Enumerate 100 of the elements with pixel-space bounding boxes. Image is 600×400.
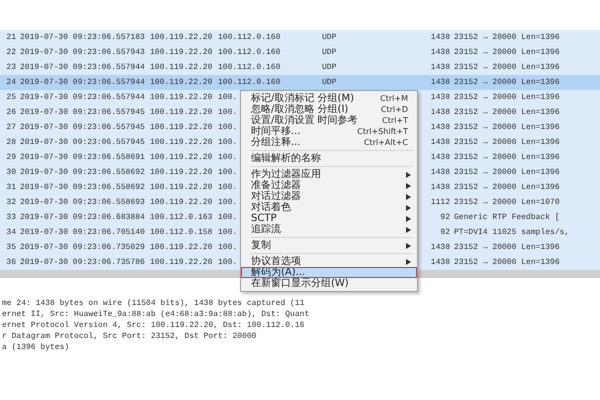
table-cell: 24: [6, 78, 16, 87]
menu-item[interactable]: 在新窗口显示分组(W): [241, 278, 417, 289]
table-cell: 100.: [218, 123, 238, 132]
table-cell: 23152 → 20000 Len=1396: [454, 243, 560, 252]
table-cell: 1438: [430, 168, 450, 177]
table-cell: 100.: [218, 168, 238, 177]
table-cell: 22: [6, 48, 16, 57]
table-cell: UDP: [322, 63, 336, 72]
table-cell: 100.: [218, 258, 238, 267]
table-cell: 33: [6, 213, 16, 222]
table-cell: 2019-07-30 09:23:06.557944: [20, 63, 145, 72]
table-cell: 27: [6, 123, 16, 132]
table-cell: 2019-07-30 09:23:06.557945: [20, 138, 145, 147]
table-cell: 23152 → 20000 Len=1396: [454, 108, 560, 117]
submenu-arrow-icon: [406, 242, 411, 248]
menu-item[interactable]: 标记/取消标记 分组(M) Ctrl+M: [241, 93, 417, 104]
table-cell: 100.: [218, 93, 238, 102]
table-cell: 1438: [430, 243, 450, 252]
table-cell: 1438: [430, 108, 450, 117]
detail-line: me 24: 1438 bytes on wire (11504 bits), 1438 bytes captured (11: [2, 298, 304, 309]
menu-item[interactable]: 对话过滤器: [241, 191, 417, 202]
table-cell: 100.119.22.20: [150, 258, 212, 267]
table-cell: Generic RTP Feedback [: [454, 213, 560, 222]
detail-line: ernet II, Src: HuaweiTe_9a:88:ab (e4:68:a3:9a:88:ab), Dst: Quant: [2, 309, 310, 320]
shortcut-text: Ctrl+M: [380, 93, 408, 104]
table-cell: 100.: [218, 228, 238, 237]
table-cell: 30: [6, 168, 16, 177]
shortcut-text: Ctrl+D: [380, 104, 408, 115]
table-cell: UDP: [322, 78, 336, 87]
table-cell: 100.112.0.160: [218, 48, 280, 57]
table-cell: 100.112.0.163: [150, 213, 212, 222]
table-cell: 1438: [430, 123, 450, 132]
table-cell: 23152 → 20000 Len=1070: [454, 198, 560, 207]
shortcut-text: Ctrl+Alt+C: [364, 137, 408, 148]
table-cell: 100.112.0.158: [150, 228, 212, 237]
table-cell: 100.112.0.160: [218, 78, 280, 87]
table-cell: 2019-07-30 09:23:06.705140: [20, 228, 145, 237]
table-cell: 23152 → 20000 Len=1396: [454, 153, 560, 162]
table-cell: 36: [6, 258, 16, 267]
table-cell: 23152 → 20000 Len=1396: [454, 168, 560, 177]
menu-item[interactable]: SCTP: [241, 213, 417, 224]
table-cell: 100.119.22.20: [150, 183, 212, 192]
table-cell: 100.: [218, 243, 238, 252]
table-cell: 2019-07-30 09:23:06.558693: [20, 198, 145, 207]
table-cell: 1438: [430, 33, 450, 42]
table-cell: 1438: [430, 138, 450, 147]
table-cell: 23: [6, 63, 16, 72]
table-cell: 1438: [430, 78, 450, 87]
table-cell: 23152 → 20000 Len=1396: [454, 48, 560, 57]
table-cell: 23152 → 20000 Len=1396: [454, 138, 560, 147]
menu-item[interactable]: 复制: [241, 240, 417, 251]
detail-line: ernet Protocol Version 4, Src: 100.119.22.20, Dst: 100.112.0.16: [2, 320, 304, 331]
table-cell: 2019-07-30 09:23:06.557944: [20, 93, 145, 102]
table-cell: 1438: [430, 48, 450, 57]
table-cell: UDP: [322, 48, 336, 57]
table-cell: 100.: [218, 153, 238, 162]
table-cell: 100.119.22.20: [150, 78, 212, 87]
table-cell: 100.119.22.20: [150, 168, 212, 177]
table-cell: UDP: [322, 33, 336, 42]
detail-line: a (1396 bytes): [2, 342, 70, 353]
menu-item[interactable]: 编辑解析的名称: [241, 153, 417, 164]
menu-item[interactable]: 时间平移... Ctrl+Shift+T: [241, 126, 417, 137]
table-cell: 2019-07-30 09:23:06.558692: [20, 183, 145, 192]
packet-row[interactable]: 24 2019-07-30 09:23:06.557944 100.119.22.20 100.112.0.160 UDP 1438 23152 → 20000 Len=1396: [0, 75, 600, 90]
table-cell: 34: [6, 228, 16, 237]
table-cell: 100.: [218, 138, 238, 147]
menu-item[interactable]: 追踪流: [241, 224, 417, 235]
table-cell: PT=DVI4 11025 samples/s,: [454, 228, 570, 237]
menu-item[interactable]: 准备过滤器: [241, 180, 417, 191]
table-cell: 21: [6, 33, 16, 42]
table-cell: 23152 → 20000 Len=1396: [454, 33, 560, 42]
table-cell: 1438: [430, 93, 450, 102]
menu-item[interactable]: 对话着色: [241, 202, 417, 213]
table-cell: 92: [440, 213, 450, 222]
menu-item[interactable]: 协议首选项: [241, 256, 417, 267]
table-cell: 100.119.22.20: [150, 138, 212, 147]
table-cell: 1438: [430, 63, 450, 72]
table-cell: 23152 → 20000 Len=1396: [454, 93, 560, 102]
table-cell: 26: [6, 108, 16, 117]
menu-item[interactable]: 作为过滤器应用: [241, 169, 417, 180]
table-cell: 23152 → 20000 Len=1396: [454, 78, 560, 87]
table-cell: 100.119.22.20: [150, 33, 212, 42]
table-cell: 1438: [430, 153, 450, 162]
table-cell: 23152 → 20000 Len=1396: [454, 258, 560, 267]
table-cell: 2019-07-30 09:23:06.735029: [20, 243, 145, 252]
table-cell: 100.112.0.160: [218, 33, 280, 42]
table-cell: 2019-07-30 09:23:06.557943: [20, 48, 145, 57]
menu-item[interactable]: 忽略/取消忽略 分组(I) Ctrl+D: [241, 104, 417, 115]
table-cell: 2019-07-30 09:23:06.558691: [20, 153, 145, 162]
submenu-arrow-icon: [406, 258, 411, 264]
table-cell: 100.: [218, 183, 238, 192]
table-cell: 100.: [218, 213, 238, 222]
table-cell: 1438: [430, 258, 450, 267]
table-cell: 100.: [218, 108, 238, 117]
table-cell: 2019-07-30 09:23:06.735786: [20, 258, 145, 267]
menu-item[interactable]: 分组注释... Ctrl+Alt+C: [241, 137, 417, 148]
table-cell: 25: [6, 93, 16, 102]
table-cell: 2019-07-30 09:23:06.557945: [20, 123, 145, 132]
table-cell: 29: [6, 153, 16, 162]
table-cell: 35: [6, 243, 16, 252]
